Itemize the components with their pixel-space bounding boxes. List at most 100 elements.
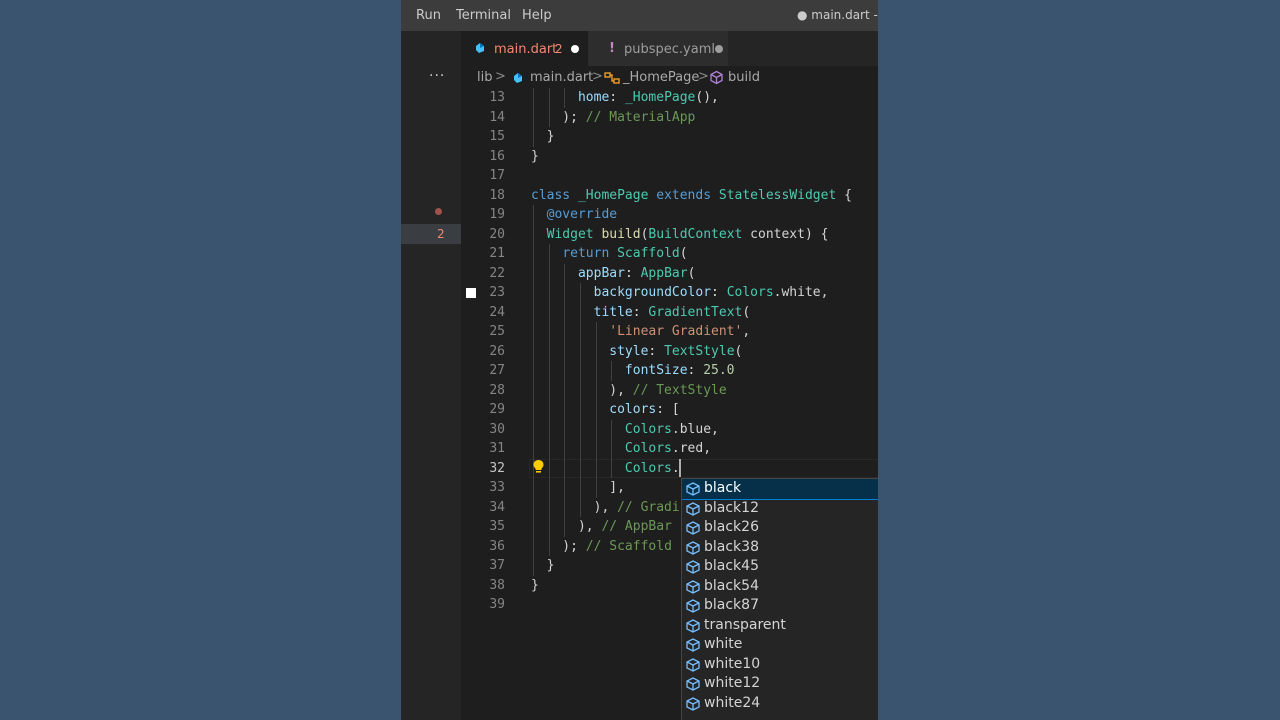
code-text: return Scaffold( [562, 246, 688, 261]
code-text: ), // Gradi [531, 499, 680, 515]
code-text: home: _HomePage(), [577, 90, 719, 105]
suggestion-label: white10 [704, 655, 761, 672]
indent-guide [533, 88, 534, 147]
dart-icon [514, 73, 522, 83]
suggestion-item[interactable]: white24 [682, 694, 878, 714]
line-number: 39 [489, 597, 505, 612]
code-line[interactable]: 25 'Linear Gradient', [461, 322, 878, 342]
suggestion-item[interactable]: white [682, 635, 878, 655]
suggestion-item[interactable]: transparent [682, 616, 878, 636]
code-text: } [531, 577, 539, 593]
line-number: 28 [489, 382, 505, 398]
suggestion-label: black12 [704, 499, 759, 516]
line-number: 15 [489, 129, 505, 144]
suggestion-label: black38 [704, 538, 759, 555]
code-line[interactable]: 21 return Scaffold( [461, 244, 878, 264]
code-line[interactable]: 17 [461, 166, 878, 186]
line-number: 33 [489, 480, 505, 495]
tab-pubspec-yaml[interactable]: ! pubspec.yaml [588, 31, 728, 66]
code-line[interactable]: 30 Colors.blue, [461, 420, 878, 440]
chevron-right-icon: > [698, 69, 709, 84]
line-number: 22 [489, 265, 505, 281]
line-number: 18 [489, 187, 505, 203]
code-line[interactable]: 26 style: TextStyle( [461, 342, 878, 362]
breadcrumb: lib > main.dart > _HomePage > build [461, 66, 878, 90]
indent-guide [548, 244, 550, 556]
line-number: 20 [489, 226, 505, 242]
code-line[interactable]: 28 ), // TextStyle [461, 381, 878, 401]
line-number: 38 [489, 577, 505, 593]
suggestion-widget: black black12 black26 black38 black45 black54… [681, 478, 878, 720]
code-line[interactable]: 23 backgroundColor: Colors.white, [461, 283, 878, 303]
tab-main-dart[interactable]: main.dart 2 [461, 31, 588, 66]
error-count[interactable]: 2 [437, 227, 445, 241]
field-cube-icon [686, 579, 700, 594]
code-text: fontSize: 25.0 [624, 363, 735, 378]
code-line[interactable]: 16} [461, 147, 878, 167]
code-line[interactable]: 15 } [461, 127, 878, 147]
indent-guide [611, 419, 613, 478]
line-number: 21 [489, 246, 505, 261]
breakpoint-icon[interactable] [435, 208, 442, 215]
unsaved-dot-icon[interactable] [571, 45, 579, 53]
line-number: 27 [489, 363, 505, 378]
code-line[interactable]: 32 Colors. [461, 458, 878, 478]
breadcrumb-main-dart[interactable]: main.dart [530, 70, 593, 85]
breadcrumb-build[interactable]: build [728, 70, 760, 85]
line-number: 37 [489, 558, 505, 573]
code-text: ), // AppBar [531, 519, 672, 534]
code-text: ); // MaterialApp [531, 109, 696, 125]
line-number: 26 [489, 343, 505, 359]
breadcrumb-lib[interactable]: lib [477, 70, 492, 85]
line-number: 25 [489, 324, 505, 339]
indent-guide [564, 88, 566, 108]
suggestion-label: white24 [704, 694, 761, 711]
field-cube-icon [686, 560, 700, 574]
line-number: 29 [489, 402, 505, 417]
suggestion-item[interactable]: white12 [682, 674, 878, 694]
code-text: backgroundColor: Colors.white, [593, 285, 829, 300]
code-line[interactable]: 24 title: GradientText( [461, 303, 878, 323]
suggestion-label: transparent [704, 616, 786, 633]
menu-help[interactable]: Help [522, 8, 552, 23]
code-line[interactable]: 31 Colors.red, [461, 439, 878, 459]
field-cube-icon [686, 696, 700, 711]
code-line[interactable]: 20 Widget build(BuildContext context) { [461, 225, 878, 245]
code-line[interactable]: 22 appBar: AppBar( [461, 264, 878, 284]
chevron-right-icon: > [592, 69, 603, 84]
line-number: 36 [489, 538, 505, 554]
suggestion-item[interactable]: black45 [682, 557, 878, 577]
line-number: 30 [489, 421, 505, 437]
line-number: 19 [489, 207, 505, 222]
yaml-exclamation-icon: ! [609, 41, 615, 56]
text-cursor [679, 459, 681, 477]
suggestion-item[interactable]: black87 [682, 596, 878, 616]
error-badge: 2 [555, 42, 563, 56]
unsaved-dot-icon[interactable] [715, 45, 723, 53]
class-symbol-icon [604, 72, 620, 84]
more-actions-icon[interactable]: ··· [429, 68, 445, 84]
suggestion-label: black54 [704, 577, 759, 594]
tab-bar: main.dart 2 ! pubspec.yaml [461, 31, 878, 66]
suggestion-item[interactable]: black38 [682, 538, 878, 558]
field-cube-icon [686, 638, 700, 652]
code-line[interactable]: 29 colors: [ [461, 400, 878, 420]
code-line[interactable]: 27 fontSize: 25.0 [461, 361, 878, 381]
menu-run[interactable]: Run [416, 8, 441, 23]
activity-strip: ··· [401, 31, 461, 720]
menu-terminal[interactable]: Terminal [456, 8, 511, 23]
code-line[interactable]: 18 class _HomePage extends StatelessWidge… [461, 186, 878, 206]
breadcrumb-homepage[interactable]: _HomePage [623, 70, 699, 85]
code-line[interactable]: 19 @override [461, 205, 878, 225]
code-line[interactable]: 14 ); // MaterialApp [461, 108, 878, 128]
suggestion-item[interactable]: black12 [682, 499, 878, 519]
lightbulb-icon[interactable] [532, 459, 545, 478]
line-number: 24 [489, 304, 505, 320]
suggestion-item[interactable]: black [682, 479, 878, 500]
code-text: ), // TextStyle [531, 382, 727, 398]
code-line[interactable]: 13 home: _HomePage(), [461, 88, 878, 108]
suggestion-item[interactable]: white10 [682, 655, 878, 675]
suggestion-item[interactable]: black54 [682, 577, 878, 597]
code-text: colors: [ [609, 402, 680, 417]
suggestion-item[interactable]: black26 [682, 518, 878, 538]
